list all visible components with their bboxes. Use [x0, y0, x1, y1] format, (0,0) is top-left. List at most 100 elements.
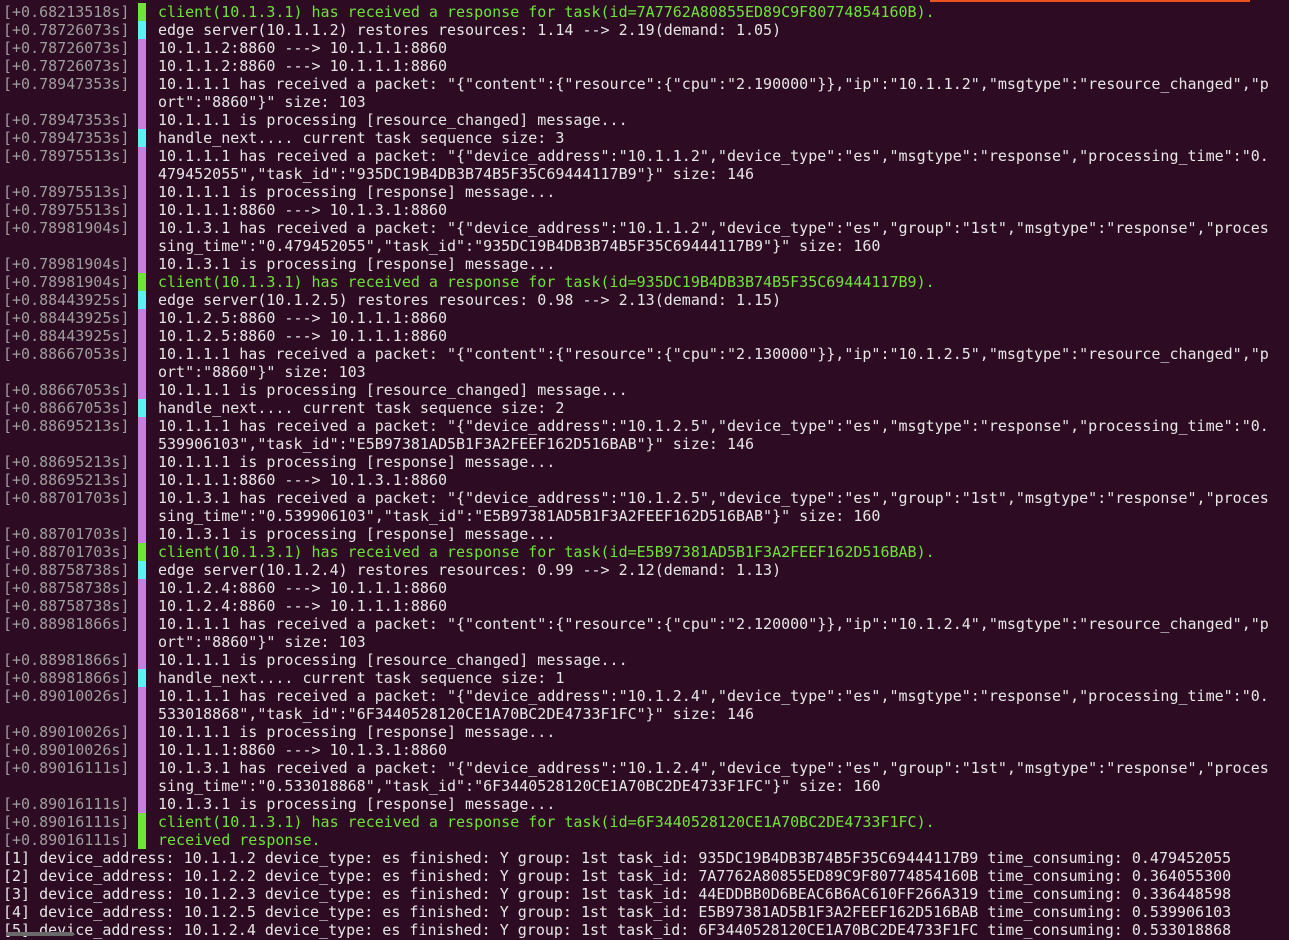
log-message: 10.1.1.1:8860 ---> 10.1.3.1:8860: [158, 201, 447, 219]
log-timestamp: [+0.89010026s]: [3, 723, 130, 741]
log-message: 10.1.2.4:8860 ---> 10.1.1.1:8860: [158, 597, 447, 615]
log-level-marker: [138, 183, 146, 201]
log-level-marker: [138, 345, 146, 381]
log-timestamp: [+0.78726073s]: [3, 57, 130, 75]
log-timestamp: [+0.88443925s]: [3, 309, 130, 327]
log-level-marker: [138, 219, 146, 255]
log-line: [+0.88981866s] 10.1.1.1 has received a pa…: [0, 615, 1289, 651]
log-message: 10.1.3.1 is processing [response] messag…: [158, 255, 556, 273]
log-line: [+0.88695213s] 10.1.1.1 is processing [re…: [0, 453, 1289, 471]
log-line: [+0.78726073s] 10.1.1.2:8860 ---> 10.1.1.…: [0, 57, 1289, 75]
log-timestamp: [+0.78947353s]: [3, 111, 130, 129]
log-timestamp: [+0.89016111s]: [3, 813, 130, 831]
log-line: [+0.88701703s] 10.1.3.1 is processing [re…: [0, 525, 1289, 543]
log-line: [+0.89016111s] received response.: [0, 831, 1289, 849]
log-timestamp: [+0.88695213s]: [3, 471, 130, 489]
log-timestamp: [+0.88758738s]: [3, 561, 130, 579]
log-line: [+0.68213518s] client(10.1.3.1) has recei…: [0, 3, 1289, 21]
log-level-marker: [138, 471, 146, 489]
log-timestamp: [+0.88981866s]: [3, 669, 130, 687]
log-level-marker: [138, 579, 146, 597]
log-line: [+0.78975513s] 10.1.1.1 is processing [re…: [0, 183, 1289, 201]
log-message: 10.1.2.5:8860 ---> 10.1.1.1:8860: [158, 327, 447, 345]
summary-line: [3] device_address: 10.1.2.3 device_type…: [3, 885, 1232, 903]
log-message: 10.1.1.2:8860 ---> 10.1.1.1:8860: [158, 39, 447, 57]
log-timestamp: [+0.78975513s]: [3, 147, 130, 165]
log-line: [+0.88667053s] 10.1.1.1 has received a pa…: [0, 345, 1289, 381]
log-timestamp: [+0.88667053s]: [3, 399, 130, 417]
log-line: [+0.78726073s] edge server(10.1.1.2) rest…: [0, 21, 1289, 39]
log-level-marker: [138, 21, 146, 39]
log-timestamp: [+0.88667053s]: [3, 345, 130, 363]
log-level-marker: [138, 741, 146, 759]
log-message: client(10.1.3.1) has received a response…: [158, 543, 935, 561]
log-line: [+0.78975513s] 10.1.1.1 has received a pa…: [0, 147, 1289, 183]
log-level-marker: [138, 3, 146, 21]
log-message: 10.1.3.1 has received a packet: "{"devic…: [158, 759, 1269, 795]
log-message: 10.1.3.1 is processing [response] messag…: [158, 795, 556, 813]
log-line: [+0.89016111s] 10.1.3.1 has received a pa…: [0, 759, 1289, 795]
log-level-marker: [138, 597, 146, 615]
log-timestamp: [+0.68213518s]: [3, 3, 130, 21]
log-lines: [+0.68213518s] client(10.1.3.1) has recei…: [0, 3, 1289, 849]
log-line: [+0.78947353s] 10.1.1.1 is processing [re…: [0, 111, 1289, 129]
log-timestamp: [+0.88695213s]: [3, 417, 130, 435]
log-message: 10.1.1.1 has received a packet: "{"devic…: [158, 417, 1269, 453]
log-timestamp: [+0.78726073s]: [3, 39, 130, 57]
log-message: 10.1.1.1:8860 ---> 10.1.3.1:8860: [158, 471, 447, 489]
log-timestamp: [+0.88667053s]: [3, 381, 130, 399]
log-level-marker: [138, 651, 146, 669]
log-timestamp: [+0.88758738s]: [3, 597, 130, 615]
log-message: 10.1.3.1 has received a packet: "{"devic…: [158, 219, 1269, 255]
log-line: [+0.88443925s] edge server(10.1.2.5) rest…: [0, 291, 1289, 309]
log-timestamp: [+0.88701703s]: [3, 489, 130, 507]
log-timestamp: [+0.88443925s]: [3, 291, 130, 309]
log-timestamp: [+0.88981866s]: [3, 615, 130, 633]
log-timestamp: [+0.78981904s]: [3, 219, 130, 237]
log-level-marker: [138, 255, 146, 273]
log-message: edge server(10.1.1.2) restores resources…: [158, 21, 782, 39]
log-timestamp: [+0.89010026s]: [3, 741, 130, 759]
log-timestamp: [+0.88695213s]: [3, 453, 130, 471]
log-line: [+0.78947353s] handle_next.... current ta…: [0, 129, 1289, 147]
log-timestamp: [+0.78726073s]: [3, 21, 130, 39]
log-message: 10.1.1.1 has received a packet: "{"conte…: [158, 345, 1269, 381]
log-timestamp: [+0.78975513s]: [3, 201, 130, 219]
horizontal-scrollbar[interactable]: [6, 932, 74, 936]
log-line: [+0.78981904s] 10.1.3.1 has received a pa…: [0, 219, 1289, 255]
log-message: 10.1.1.1 has received a packet: "{"devic…: [158, 687, 1269, 723]
summary-line: [2] device_address: 10.1.2.2 device_type…: [3, 867, 1232, 885]
log-timestamp: [+0.89016111s]: [3, 831, 130, 849]
log-line: [+0.88981866s] 10.1.1.1 is processing [re…: [0, 651, 1289, 669]
log-message: 10.1.1.1 has received a packet: "{"conte…: [158, 615, 1269, 651]
log-line: [+0.88981866s] handle_next.... current ta…: [0, 669, 1289, 687]
log-level-marker: [138, 525, 146, 543]
log-message: 10.1.2.5:8860 ---> 10.1.1.1:8860: [158, 309, 447, 327]
log-timestamp: [+0.88758738s]: [3, 579, 130, 597]
log-message: handle_next.... current task sequence si…: [158, 399, 565, 417]
log-message: handle_next.... current task sequence si…: [158, 129, 565, 147]
log-message: 10.1.1.1 is processing [response] messag…: [158, 183, 556, 201]
log-message: 10.1.1.1 has received a packet: "{"conte…: [158, 75, 1269, 111]
log-level-marker: [138, 453, 146, 471]
log-message: 10.1.1.1 is processing [resource_changed…: [158, 111, 628, 129]
log-timestamp: [+0.89016111s]: [3, 795, 130, 813]
log-timestamp: [+0.78981904s]: [3, 273, 130, 291]
log-timestamp: [+0.78947353s]: [3, 129, 130, 147]
log-level-marker: [138, 147, 146, 183]
log-message: 10.1.1.1:8860 ---> 10.1.3.1:8860: [158, 741, 447, 759]
log-line: [+0.88667053s] handle_next.... current ta…: [0, 399, 1289, 417]
log-level-marker: [138, 327, 146, 345]
log-message: 10.1.1.2:8860 ---> 10.1.1.1:8860: [158, 57, 447, 75]
log-message: client(10.1.3.1) has received a response…: [158, 813, 935, 831]
log-line: [+0.89016111s] 10.1.3.1 is processing [re…: [0, 795, 1289, 813]
log-level-marker: [138, 417, 146, 453]
log-level-marker: [138, 75, 146, 111]
summary-line: [5] device_address: 10.1.2.4 device_type…: [3, 921, 1232, 939]
log-message: 10.1.1.1 is processing [response] messag…: [158, 453, 556, 471]
terminal-window[interactable]: [+0.68213518s] client(10.1.3.1) has recei…: [0, 0, 1289, 940]
log-level-marker: [138, 543, 146, 561]
log-message: 10.1.3.1 is processing [response] messag…: [158, 525, 556, 543]
log-message: client(10.1.3.1) has received a response…: [158, 3, 935, 21]
log-level-marker: [138, 561, 146, 579]
